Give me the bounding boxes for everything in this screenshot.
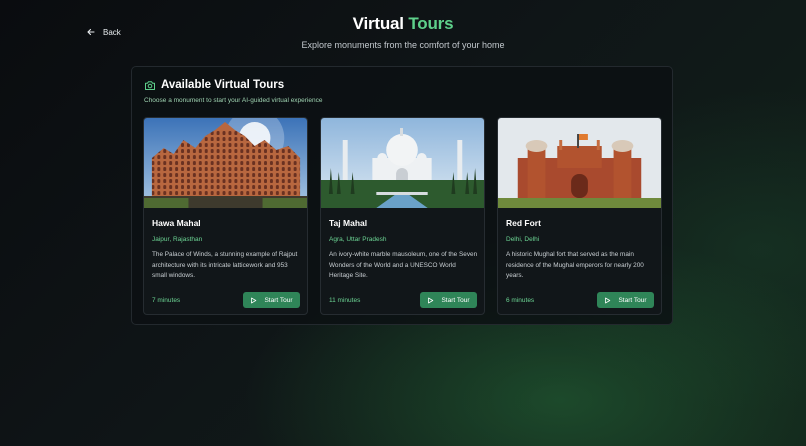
tour-description: The Palace of Winds, a stunning example …	[152, 251, 298, 279]
start-tour-button[interactable]: Start Tour	[420, 292, 477, 308]
tour-name: Hawa Mahal	[152, 218, 201, 228]
tour-name: Taj Mahal	[329, 218, 368, 228]
hawa-mahal-image	[144, 118, 307, 208]
start-tour-label: Start Tour	[618, 296, 647, 304]
tour-card-hawa-mahal[interactable]: Hawa Mahal Jaipur, Rajasthan The Palace …	[143, 117, 308, 315]
tour-location: Agra, Uttar Pradesh	[329, 236, 387, 243]
title-main: Virtual	[352, 14, 404, 33]
tour-description: A historic Mughal fort that served as th…	[506, 251, 644, 279]
tour-description: An ivory-white marble mausoleum, one of …	[329, 251, 478, 279]
tour-name: Red Fort	[506, 218, 541, 228]
tours-panel: Available Virtual Tours Choose a monumen…	[131, 66, 673, 325]
tour-location: Delhi, Delhi	[506, 236, 540, 243]
red-fort-image	[498, 118, 661, 208]
panel-title: Available Virtual Tours	[161, 79, 285, 91]
taj-mahal-image	[321, 118, 484, 208]
panel-subtitle: Choose a monument to start your AI-guide…	[144, 97, 323, 104]
camera-icon	[145, 80, 155, 90]
tour-duration: 7 minutes	[152, 297, 181, 304]
page-title: Virtual Tours	[0, 14, 806, 34]
tour-duration: 11 minutes	[329, 297, 361, 304]
play-icon	[605, 297, 611, 303]
title-accent: Tours	[408, 14, 454, 33]
tour-location: Jaipur, Rajasthan	[152, 236, 203, 243]
tour-card-taj-mahal[interactable]: Taj Mahal Agra, Uttar Pradesh An ivory-w…	[320, 117, 485, 315]
play-icon	[251, 297, 257, 303]
tour-duration: 6 minutes	[506, 297, 535, 304]
start-tour-button[interactable]: Start Tour	[243, 292, 300, 308]
page-subtitle: Explore monuments from the comfort of yo…	[301, 40, 505, 50]
tour-card-red-fort[interactable]: Red Fort Delhi, Delhi A historic Mughal …	[497, 117, 662, 315]
start-tour-label: Start Tour	[264, 296, 293, 304]
page-header: Virtual Tours Explore monuments from the…	[0, 14, 806, 50]
start-tour-button[interactable]: Start Tour	[597, 292, 654, 308]
start-tour-label: Start Tour	[441, 296, 470, 304]
play-icon	[428, 297, 434, 303]
panel-header: Available Virtual Tours	[144, 79, 284, 91]
